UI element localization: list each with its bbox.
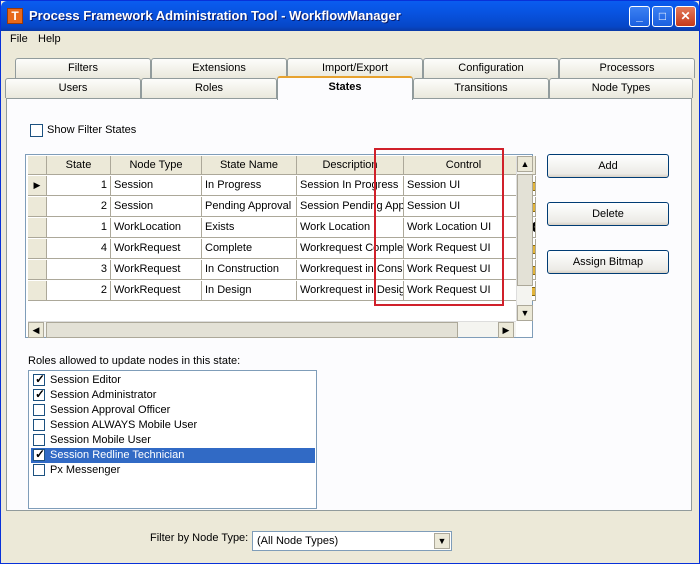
cell-state-name[interactable]: In Progress <box>202 176 297 196</box>
tab-users[interactable]: Users <box>5 78 141 98</box>
role-label: Session Approval Officer <box>50 404 171 416</box>
tab-processors[interactable]: Processors <box>559 58 695 78</box>
menu-file[interactable]: File <box>10 33 28 45</box>
role-label: Session ALWAYS Mobile User <box>50 419 198 431</box>
menu-bar: File Help <box>2 31 698 50</box>
role-list-item[interactable]: Session Approval Officer <box>31 403 315 418</box>
cell-state[interactable]: 3 <box>47 260 111 280</box>
filter-node-type-select[interactable]: (All Node Types) ▼ <box>252 531 452 551</box>
column-header-node-type[interactable]: Node Type <box>111 156 202 175</box>
cell-state-name[interactable]: Exists <box>202 218 297 238</box>
role-checkbox[interactable] <box>33 464 45 476</box>
control-column-highlight <box>374 148 504 306</box>
title-bar[interactable]: T Process Framework Administration Tool … <box>1 1 699 31</box>
filter-node-type-label: Filter by Node Type: <box>150 532 249 544</box>
tab-import-export[interactable]: Import/Export <box>287 58 423 78</box>
role-list-item[interactable]: Px Messenger <box>31 463 315 478</box>
column-header-state[interactable]: State <box>47 156 111 175</box>
row-selector[interactable] <box>28 260 47 280</box>
role-checkbox[interactable] <box>33 404 45 416</box>
checkmark-icon: ✓ <box>35 372 46 386</box>
role-list-item[interactable]: ✓ Session Redline Technician <box>31 447 315 463</box>
tab-row-front: Users Roles States Transitions Node Type… <box>1 76 700 100</box>
role-checkbox[interactable]: ✓ <box>33 387 46 401</box>
column-header-state-name[interactable]: State Name <box>202 156 297 175</box>
cell-state-name[interactable]: Complete <box>202 239 297 259</box>
cell-state[interactable]: 2 <box>47 197 111 217</box>
app-window: T Process Framework Administration Tool … <box>0 0 700 564</box>
tab-row-back: Filters Extensions Import/Export Configu… <box>1 58 700 78</box>
checkmark-icon: ✓ <box>35 447 46 461</box>
tab-node-types[interactable]: Node Types <box>549 78 693 98</box>
tab-filters[interactable]: Filters <box>15 58 151 78</box>
row-selector[interactable] <box>28 239 47 259</box>
grid-vertical-scrollbar[interactable]: ▲ ▼ <box>516 156 533 321</box>
role-label: Session Mobile User <box>50 434 151 446</box>
scroll-left-icon[interactable]: ◀ <box>28 322 44 338</box>
current-row-indicator-icon[interactable]: ▶ <box>28 176 47 196</box>
role-checkbox[interactable]: ✓ <box>33 447 46 461</box>
tab-roles[interactable]: Roles <box>141 78 277 98</box>
scroll-down-icon[interactable]: ▼ <box>517 305 533 321</box>
role-list-item[interactable]: ✓ Session Administrator <box>31 387 315 403</box>
delete-button[interactable]: Delete <box>547 202 669 226</box>
grid-corner <box>28 156 47 175</box>
cell-state-name[interactable]: In Construction <box>202 260 297 280</box>
role-list-item[interactable]: Session ALWAYS Mobile User <box>31 418 315 433</box>
role-list-item[interactable]: Session Mobile User <box>31 433 315 448</box>
assign-bitmap-button[interactable]: Assign Bitmap <box>547 250 669 274</box>
app-icon: T <box>7 8 23 24</box>
role-label: Px Messenger <box>50 464 121 476</box>
show-filter-states-checkbox[interactable] <box>30 124 43 137</box>
role-label: Session Administrator <box>50 389 157 401</box>
checkmark-icon: ✓ <box>35 387 46 401</box>
cell-state-name[interactable]: Pending Approval <box>202 197 297 217</box>
cell-state[interactable]: 2 <box>47 281 111 301</box>
cell-node-type[interactable]: Session <box>111 197 202 217</box>
filter-node-type-value: (All Node Types) <box>257 535 339 547</box>
cell-node-type[interactable]: WorkRequest <box>111 260 202 280</box>
role-checkbox[interactable] <box>33 434 45 446</box>
role-label: Session Editor <box>50 374 121 386</box>
row-selector[interactable] <box>28 218 47 238</box>
horizontal-scroll-thumb[interactable] <box>46 322 458 338</box>
tab-states[interactable]: States <box>277 76 413 100</box>
row-selector[interactable] <box>28 197 47 217</box>
cell-state-name[interactable]: In Design <box>202 281 297 301</box>
role-label: Session Redline Technician <box>48 449 187 461</box>
cell-node-type[interactable]: WorkRequest <box>111 281 202 301</box>
role-list-item[interactable]: ✓ Session Editor <box>31 372 315 388</box>
minimize-button[interactable]: _ <box>629 6 650 27</box>
tab-transitions[interactable]: Transitions <box>413 78 549 98</box>
cell-state[interactable]: 4 <box>47 239 111 259</box>
cell-node-type[interactable]: Session <box>111 176 202 196</box>
add-button[interactable]: Add <box>547 154 669 178</box>
tab-configuration[interactable]: Configuration <box>423 58 559 78</box>
scroll-up-icon[interactable]: ▲ <box>517 156 533 172</box>
tab-extensions[interactable]: Extensions <box>151 58 287 78</box>
cell-state[interactable]: 1 <box>47 218 111 238</box>
close-button[interactable]: ✕ <box>675 6 696 27</box>
roles-listbox[interactable]: ✓ Session Editor ✓ Session Administrator Ses… <box>28 370 317 509</box>
vertical-scroll-thumb[interactable] <box>517 174 533 286</box>
role-checkbox[interactable]: ✓ <box>33 372 46 386</box>
menu-help[interactable]: Help <box>38 33 61 45</box>
cell-node-type[interactable]: WorkRequest <box>111 239 202 259</box>
scroll-right-icon[interactable]: ▶ <box>498 322 514 338</box>
role-checkbox[interactable] <box>33 419 45 431</box>
roles-label: Roles allowed to update nodes in this st… <box>28 355 241 367</box>
show-filter-states-label: Show Filter States <box>47 124 137 136</box>
grid-horizontal-scrollbar[interactable]: ◀ ▶ <box>28 321 516 338</box>
cell-state[interactable]: 1 <box>47 176 111 196</box>
window-title: Process Framework Administration Tool - … <box>29 8 401 23</box>
maximize-button[interactable]: □ <box>652 6 673 27</box>
cell-node-type[interactable]: WorkLocation <box>111 218 202 238</box>
row-selector[interactable] <box>28 281 47 301</box>
chevron-down-icon[interactable]: ▼ <box>434 533 450 549</box>
